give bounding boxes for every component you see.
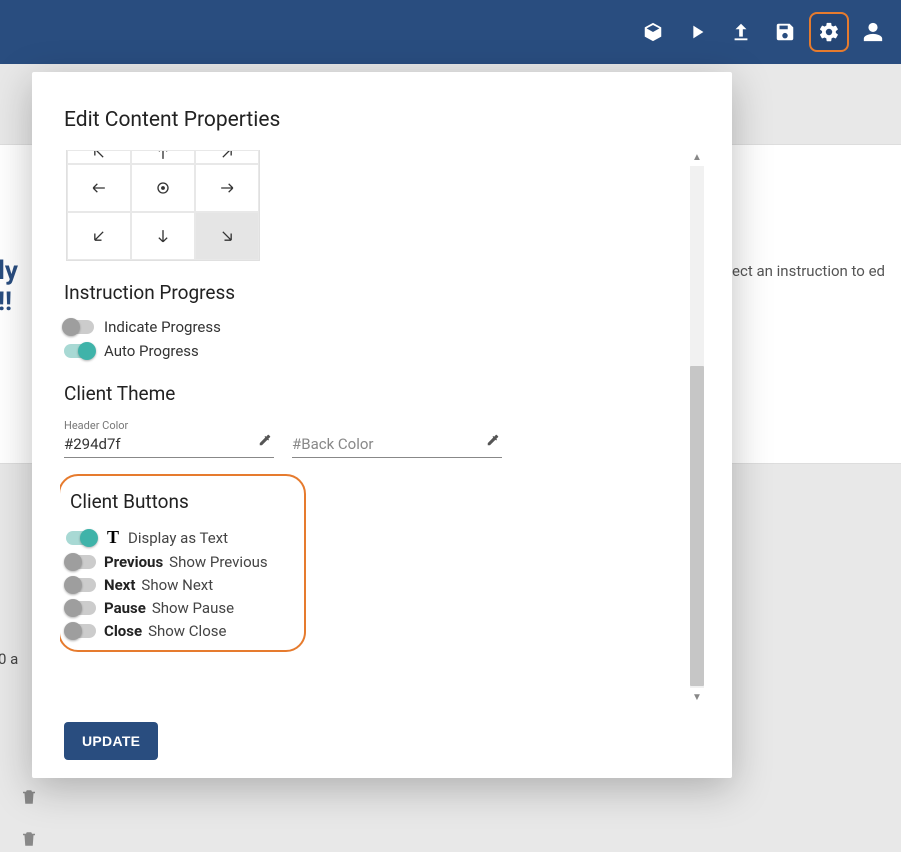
user-icon[interactable]: [853, 12, 893, 52]
scrollbar-thumb[interactable]: [690, 366, 704, 686]
cb-pause-row: Pause Show Pause: [66, 599, 290, 617]
dir-down-left[interactable]: [67, 212, 131, 260]
scroll-down-icon[interactable]: ▼: [690, 690, 704, 704]
package-icon[interactable]: [633, 12, 673, 52]
toggle-show-pause[interactable]: [66, 601, 96, 615]
cb-label: Show Previous: [169, 553, 267, 571]
toggle-show-next[interactable]: [66, 578, 96, 592]
toggle-label: Indicate Progress: [104, 318, 221, 336]
toggle-indicate-progress[interactable]: [64, 320, 94, 334]
dir-down-right[interactable]: [195, 212, 259, 260]
direction-grid: [66, 150, 260, 261]
dir-up-left[interactable]: [67, 150, 131, 164]
field-value: #294d7f: [64, 435, 246, 453]
cb-next-row: Next Show Next: [66, 576, 290, 594]
modal-title: Edit Content Properties: [60, 108, 704, 132]
toggle-show-previous[interactable]: [66, 555, 96, 569]
dir-right[interactable]: [195, 164, 259, 212]
update-button[interactable]: UPDATE: [64, 722, 158, 760]
bg-title-stub: ly !!: [0, 256, 18, 318]
dir-down[interactable]: [131, 212, 195, 260]
scrollbar-track[interactable]: [690, 166, 704, 688]
toggle-show-close[interactable]: [66, 624, 96, 638]
toggle-label: Auto Progress: [104, 342, 199, 360]
eyedropper-icon[interactable]: [486, 432, 500, 451]
eyedropper-icon[interactable]: [258, 432, 272, 451]
cb-display-as-text-row: T Display as Text: [66, 527, 290, 548]
cb-name: Pause: [104, 599, 146, 617]
field-placeholder: #Back Color: [292, 435, 474, 453]
dir-up[interactable]: [131, 150, 195, 164]
field-label: Header Color: [64, 419, 128, 432]
cb-name: Next: [104, 576, 135, 594]
section-client-theme-title: Client Theme: [64, 382, 684, 405]
trash-icon[interactable]: [20, 788, 38, 810]
scrollbar[interactable]: ▲ ▼: [690, 150, 704, 704]
modal-scroll-area: Instruction Progress Indicate Progress A…: [60, 150, 704, 704]
cb-label: Show Pause: [152, 599, 234, 617]
cb-name: Previous: [104, 553, 163, 571]
edit-content-modal: Edit Content Properties Instruction Prog…: [32, 72, 732, 778]
back-color-field[interactable]: #Back Color: [292, 419, 502, 458]
cb-close-row: Close Show Close: [66, 622, 290, 640]
section-instruction-progress-title: Instruction Progress: [64, 281, 684, 304]
header-color-field[interactable]: Header Color #294d7f: [64, 419, 274, 458]
theme-fields: Header Color #294d7f #Back Color: [64, 419, 684, 458]
toggle-auto-progress-row: Auto Progress: [64, 342, 684, 360]
dir-up-right[interactable]: [195, 150, 259, 164]
dir-left[interactable]: [67, 164, 131, 212]
top-bar: [0, 0, 901, 64]
save-icon[interactable]: [765, 12, 805, 52]
upload-icon[interactable]: [721, 12, 761, 52]
text-icon: T: [104, 527, 122, 548]
client-buttons-section: Client Buttons T Display as Text Previou…: [60, 474, 306, 652]
bg-bottom-stub: 0 a: [0, 650, 18, 668]
cb-previous-row: Previous Show Previous: [66, 553, 290, 571]
toggle-auto-progress[interactable]: [64, 344, 94, 358]
cb-label: Display as Text: [128, 529, 228, 547]
toggle-indicate-progress-row: Indicate Progress: [64, 318, 684, 336]
settings-icon[interactable]: [809, 12, 849, 52]
toggle-display-as-text[interactable]: [66, 531, 96, 545]
modal-footer: UPDATE: [60, 704, 704, 760]
play-icon[interactable]: [677, 12, 717, 52]
scroll-up-icon[interactable]: ▲: [690, 150, 704, 164]
dir-center[interactable]: [131, 164, 195, 212]
bg-hint-text: ect an instruction to ed: [732, 262, 885, 280]
cb-label: Show Next: [141, 576, 213, 594]
trash-icon[interactable]: [20, 830, 38, 852]
cb-label: Show Close: [148, 622, 226, 640]
cb-name: Close: [104, 622, 142, 640]
section-client-buttons-title: Client Buttons: [70, 490, 290, 513]
